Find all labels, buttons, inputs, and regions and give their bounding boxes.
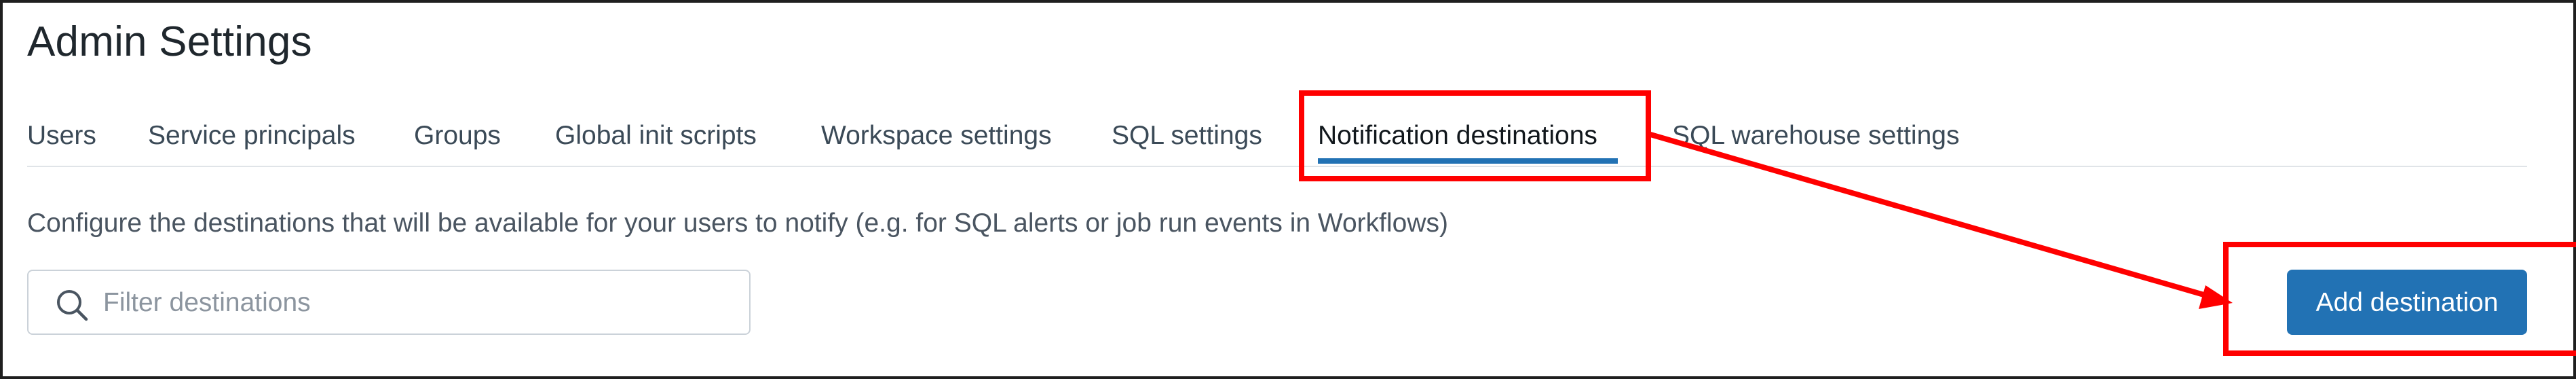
page-title: Admin Settings	[27, 18, 312, 65]
tab-workspace-settings[interactable]: Workspace settings	[821, 120, 1052, 152]
tab-divider	[27, 166, 2527, 167]
annotation-highlight-button	[2223, 242, 2576, 356]
tab-sql-settings[interactable]: SQL settings	[1112, 120, 1262, 152]
filter-destinations-box[interactable]	[27, 270, 751, 335]
annotation-highlight-tab	[1299, 90, 1651, 181]
tab-groups[interactable]: Groups	[414, 120, 501, 152]
search-icon	[57, 290, 88, 321]
tab-sql-warehouse-settings[interactable]: SQL warehouse settings	[1672, 120, 1959, 152]
filter-destinations-input[interactable]	[103, 285, 714, 321]
tab-global-init-scripts[interactable]: Global init scripts	[555, 120, 757, 152]
tab-service-principals[interactable]: Service principals	[148, 120, 356, 152]
tab-bar: Users Service principals Groups Global i…	[27, 120, 2527, 167]
tab-users[interactable]: Users	[27, 120, 96, 152]
page-description: Configure the destinations that will be …	[27, 209, 1449, 238]
